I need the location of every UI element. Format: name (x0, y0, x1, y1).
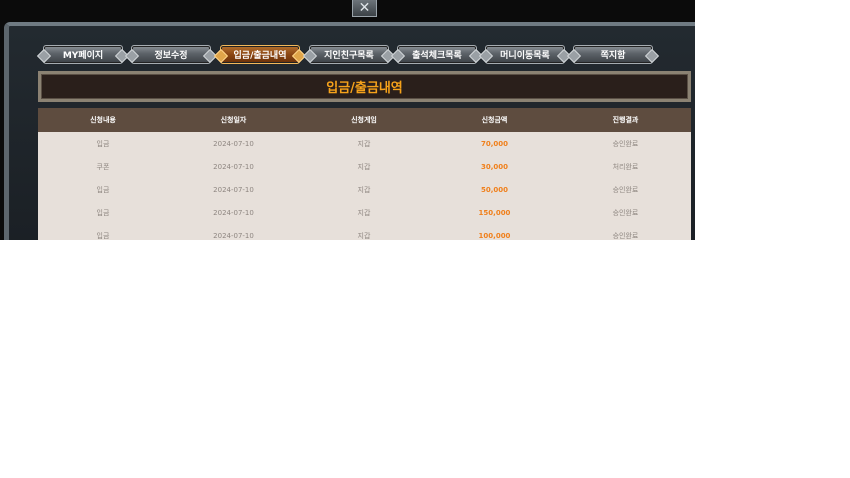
table-row: 입금 2024-07-10 지갑 150,000 승인완료 (38, 201, 691, 224)
tab-friend-list[interactable]: 지인친구목록 (309, 45, 389, 64)
cell-request-game: 지갑 (357, 162, 371, 171)
cell-result: 승인완료 (612, 231, 639, 240)
cell-request-game: 지갑 (357, 231, 371, 240)
page-title-bar: 입금/출금내역 (38, 71, 691, 102)
cell-request-date: 2024-07-10 (213, 208, 254, 217)
table-row: 입금 2024-07-10 지갑 50,000 승인완료 (38, 178, 691, 201)
cell-result: 승인완료 (612, 185, 639, 194)
column-header-request-game: 신청게임 (351, 116, 377, 124)
cell-request-date: 2024-07-10 (213, 139, 254, 148)
column-header-result: 진행결과 (612, 116, 639, 124)
cell-request-type: 쿠폰 (96, 162, 110, 171)
column-header-request-date: 신청일자 (220, 116, 247, 124)
cell-request-amount: 70,000 (480, 139, 508, 148)
cell-request-type: 입금 (96, 208, 110, 217)
cell-request-game: 지갑 (357, 185, 371, 194)
table-header: 신청내용 신청일자 신청게임 신청금액 진행결과 (38, 108, 691, 132)
cell-request-date: 2024-07-10 (213, 185, 254, 194)
cell-request-date: 2024-07-10 (213, 162, 254, 171)
table-row: 입금 2024-07-10 지갑 100,000 승인완료 (38, 224, 691, 240)
cell-request-type: 입금 (96, 231, 110, 240)
tab-bar: MY페이지 정보수정 입금/출금내역 지인친구목록 출석체크목록 머니이동목록 … (38, 45, 660, 64)
cell-request-amount: 30,000 (480, 162, 508, 171)
cell-request-date: 2024-07-10 (213, 231, 254, 240)
cell-request-game: 지갑 (357, 208, 371, 217)
history-table: 신청내용 신청일자 신청게임 신청금액 진행결과 입금 2024-07-10 지… (38, 108, 691, 240)
mypage-panel: ✕ MY페이지 정보수정 입금/출금내역 지인친구목록 출석체크목록 머니이동목… (0, 0, 695, 240)
tab-attendance-list[interactable]: 출석체크목록 (397, 45, 477, 64)
cell-request-amount: 150,000 (478, 208, 511, 217)
cell-result: 승인완료 (612, 208, 639, 217)
column-header-request-amount: 신청금액 (481, 116, 508, 124)
tab-money-transfer-list[interactable]: 머니이동목록 (485, 45, 565, 64)
cell-result: 처리완료 (612, 162, 639, 171)
cell-request-type: 입금 (96, 139, 110, 148)
cell-request-amount: 50,000 (480, 185, 508, 194)
cell-request-amount: 100,000 (478, 231, 511, 240)
cell-request-type: 입금 (96, 185, 110, 194)
tab-my-page[interactable]: MY페이지 (43, 45, 123, 64)
close-icon[interactable]: ✕ (352, 0, 377, 17)
tab-edit-info[interactable]: 정보수정 (131, 45, 211, 64)
table-row: 쿠폰 2024-07-10 지갑 30,000 처리완료 (38, 155, 691, 178)
page-title: 입금/출금내역 (41, 74, 688, 99)
column-header-request-type: 신청내용 (90, 116, 116, 124)
cell-request-game: 지갑 (357, 139, 371, 148)
tab-deposit-withdraw[interactable]: 입금/출금내역 (220, 45, 300, 64)
table-row: 입금 2024-07-10 지갑 70,000 승인완료 (38, 132, 691, 155)
tab-message-box[interactable]: 쪽지함 (573, 45, 653, 64)
cell-result: 승인완료 (612, 139, 639, 148)
